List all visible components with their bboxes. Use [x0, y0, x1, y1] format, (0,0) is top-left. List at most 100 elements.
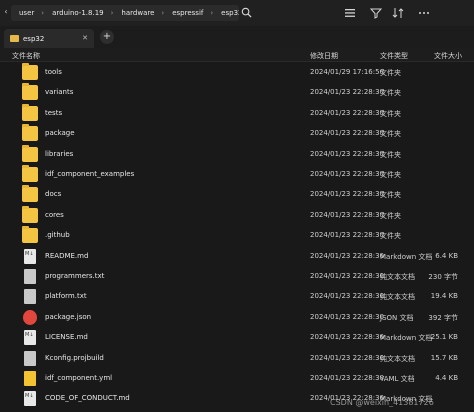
file-name: CODE_OF_CONDUCT.md [45, 394, 130, 403]
file-name: tools [45, 68, 62, 76]
text-file-icon [24, 350, 36, 366]
close-icon[interactable]: ✕ [82, 34, 88, 42]
file-date: 2024/01/23 22:28:30 [310, 149, 385, 158]
file-name: LICENSE.md [45, 333, 88, 342]
breadcrumb-arduino[interactable]: arduino-1.8.19 [44, 9, 104, 17]
breadcrumb-separator: › [210, 9, 214, 17]
text-file-icon [24, 269, 36, 284]
watermark: CSDN @weixin_41381726 [330, 398, 434, 407]
filter-icon[interactable] [370, 7, 382, 19]
column-header: 文件名称 修改日期 文件类型 文件大小 [0, 48, 474, 62]
markdown-file-icon [24, 330, 36, 346]
table-row[interactable]: package 2024/01/23 22:28:30 文件夹 [0, 123, 474, 143]
breadcrumb[interactable]: user › arduino-1.8.19 › hardware › espre… [11, 5, 239, 21]
breadcrumb-hardware[interactable]: hardware [113, 9, 154, 17]
table-row[interactable]: idf_component.yml 2024/01/23 22:28:30 YAML… [0, 368, 474, 388]
folder-icon [22, 144, 38, 162]
file-date: 2024/01/23 22:28:30 [310, 210, 385, 219]
table-row[interactable]: Kconfig.projbuild 2024/01/23 22:28:30 纯文本文… [0, 348, 474, 368]
folder-icon [22, 185, 38, 203]
table-row[interactable]: LICENSE.md 2024/01/23 22:28:30Markdown 文档… [0, 327, 474, 347]
file-date: 2024/01/23 22:28:30 [310, 251, 385, 260]
tab-bar: esp32 ✕ [0, 26, 474, 48]
file-type: 文件夹 [380, 69, 401, 77]
list-view-icon[interactable] [344, 7, 356, 19]
breadcrumb-separator: › [41, 9, 45, 17]
markdown-file-icon [24, 391, 36, 407]
file-name: idf_component_examples [45, 170, 135, 178]
table-row[interactable]: tools 2024/01/29 17:16:56 文件夹 [0, 62, 474, 82]
file-size: 4.4 KB [435, 374, 458, 382]
table-row[interactable]: idf_component_examples 2024/01/23 22:28:3… [0, 164, 474, 184]
search-icon[interactable] [241, 7, 252, 18]
file-date: 2024/01/23 22:28:30 [310, 108, 385, 117]
file-size: 392 字节 [428, 313, 458, 322]
file-name: package [45, 129, 75, 138]
file-size: 19.4 KB [430, 292, 458, 301]
folder-icon [22, 205, 38, 223]
text-file-icon [24, 289, 36, 305]
file-type: 纯文本文档 [380, 273, 415, 281]
file-size: 25.1 KB [430, 333, 458, 342]
file-type: 纯文本文档 [380, 354, 415, 363]
file-name: platform.txt [45, 292, 87, 301]
file-type: 文件夹 [380, 171, 401, 179]
folder-icon [22, 83, 38, 101]
table-row[interactable]: docs 2024/01/23 22:28:30 文件夹 [0, 184, 474, 204]
file-type: Markdown 文档 [380, 252, 433, 261]
breadcrumb-user[interactable]: user [11, 9, 34, 17]
table-row[interactable]: cores 2024/01/23 22:28:30 文件夹 [0, 205, 474, 225]
file-type: YAML 文档 [380, 375, 415, 383]
table-row[interactable]: package.json 2024/01/23 22:28:30 JSON 文档 39… [0, 307, 474, 327]
file-name: README.md [45, 251, 89, 260]
file-date: 2024/01/23 22:28:30 [310, 272, 385, 280]
file-size: 15.7 KB [430, 353, 458, 362]
table-row[interactable]: .github 2024/01/23 22:28:30 文件夹 [0, 225, 474, 245]
file-date: 2024/01/23 22:28:30 [310, 333, 385, 342]
folder-icon [22, 165, 38, 182]
file-name: cores [45, 210, 64, 219]
file-date: 2024/01/23 22:28:30 [310, 292, 385, 301]
folder-icon [22, 124, 38, 142]
breadcrumb-esp32[interactable]: esp32 [213, 9, 239, 17]
new-tab-button[interactable]: + [100, 30, 114, 44]
breadcrumb-espressif[interactable]: espressif [164, 9, 203, 17]
file-name: idf_component.yml [45, 374, 113, 382]
folder-icon [22, 226, 38, 244]
file-name: docs [45, 190, 62, 199]
table-row[interactable]: variants 2024/01/23 22:28:30 文件夹 [0, 82, 474, 102]
file-type: 文件夹 [380, 109, 401, 118]
file-type: 纯文本文档 [380, 293, 415, 302]
folder-icon [10, 35, 19, 42]
file-size: 230 字节 [428, 273, 458, 281]
breadcrumb-separator: › [110, 9, 114, 17]
table-row[interactable]: README.md 2024/01/23 22:28:30Markdown 文档6… [0, 246, 474, 266]
file-name: Kconfig.projbuild [45, 353, 104, 362]
file-name: .github [45, 231, 70, 240]
tab-label: esp32 [23, 34, 45, 43]
back-button[interactable]: ‹ [1, 7, 11, 16]
file-type: 文件夹 [380, 211, 401, 220]
table-row[interactable]: libraries 2024/01/23 22:28:30 文件夹 [0, 144, 474, 164]
sort-icon[interactable] [392, 7, 404, 19]
file-name: package.json [45, 312, 92, 321]
column-name[interactable]: 文件名称 [12, 51, 40, 61]
column-date[interactable]: 修改日期 [310, 51, 338, 61]
file-date: 2024/01/23 22:28:30 [310, 170, 385, 178]
more-icon[interactable] [418, 7, 430, 19]
json-file-icon [23, 309, 37, 325]
table-row[interactable]: platform.txt 2024/01/23 22:28:30 纯文本文档 19.4… [0, 286, 474, 306]
table-row[interactable]: programmers.txt 2024/01/23 22:28:30 纯文本文档 2… [0, 266, 474, 286]
file-type: 文件夹 [380, 191, 401, 200]
file-type: 文件夹 [380, 150, 401, 159]
table-row[interactable]: tests 2024/01/23 22:28:30 文件夹 [0, 103, 474, 123]
file-type: 文件夹 [380, 130, 401, 139]
file-name: libraries [45, 149, 74, 158]
file-date: 2024/01/23 22:28:30 [310, 88, 385, 97]
file-type: JSON 文档 [380, 313, 414, 322]
tab-esp32[interactable]: esp32 ✕ [4, 29, 94, 48]
column-size[interactable]: 文件大小 [434, 51, 462, 61]
column-type[interactable]: 文件类型 [380, 51, 408, 61]
file-type: 文件夹 [380, 89, 401, 98]
markdown-file-icon [24, 248, 36, 264]
